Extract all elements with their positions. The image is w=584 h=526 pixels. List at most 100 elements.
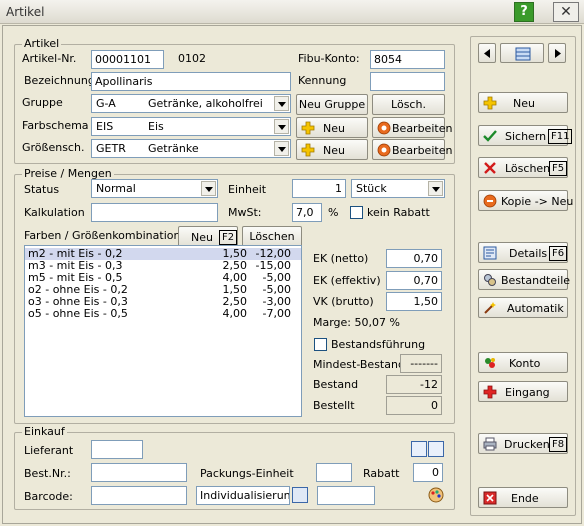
groessen-neu-label: Neu <box>323 144 345 157</box>
drucken-label: Drucken <box>504 438 550 451</box>
groessen-bearbeiten-button[interactable]: Bearbeiten <box>372 139 452 160</box>
status-select[interactable]: Normal <box>91 179 218 198</box>
bestandsfuehrung-checkbox[interactable] <box>314 338 327 351</box>
farbschema-neu-label: Neu <box>323 122 345 135</box>
title-bar: Artikel ? ✕ <box>0 0 584 24</box>
arrow-left-icon <box>484 49 490 58</box>
artikel-legend: Artikel <box>22 37 62 50</box>
artikel-nr-input[interactable]: 00001101 <box>91 50 164 69</box>
plus-red-icon <box>483 385 497 399</box>
list-view-button[interactable] <box>500 43 544 63</box>
status-value: Normal <box>96 182 136 195</box>
ende-button[interactable]: Ende <box>478 487 568 508</box>
loeschen-button[interactable]: Löschen F5 <box>478 157 568 178</box>
farbschema-neu-button[interactable]: Neu <box>296 117 368 138</box>
einheit-qty-input[interactable]: 1 <box>292 179 346 198</box>
plus-icon <box>483 96 497 110</box>
gruppe-select[interactable]: G-A Getränke, alkoholfrei <box>91 94 291 113</box>
chevron-down-icon[interactable] <box>428 181 443 196</box>
ek-netto-label: EK (netto) <box>313 252 369 265</box>
sichern-label: Sichern <box>505 130 547 143</box>
kalkulation-input[interactable] <box>91 203 218 222</box>
neu-gruppe-button[interactable]: Neu Gruppe <box>296 94 368 115</box>
einheit-value: Stück <box>356 182 387 195</box>
combo-loeschen-button[interactable]: Löschen <box>242 226 302 247</box>
barcode-label: Barcode: <box>24 490 73 503</box>
automatik-button[interactable]: Automatik <box>478 297 568 318</box>
packung-label: Packungs-Einheit <box>200 467 294 480</box>
arrow-right-icon <box>555 49 561 58</box>
bestandteile-button[interactable]: Bestandteile <box>478 269 570 290</box>
drucken-button[interactable]: Drucken F8 <box>478 433 568 454</box>
mindest-bestand-label: Mindest-Bestand <box>313 358 405 371</box>
kennung-label: Kennung <box>298 74 347 87</box>
gruppe-desc: Getränke, alkoholfrei <box>148 97 263 110</box>
chevron-down-icon[interactable] <box>274 141 289 156</box>
kopie-neu-button[interactable]: Kopie -> Neu <box>478 190 573 211</box>
automatik-label: Automatik <box>507 302 564 315</box>
eingang-button[interactable]: Eingang <box>478 381 568 402</box>
close-button[interactable]: ✕ <box>553 2 579 22</box>
palette-icon[interactable] <box>428 487 444 503</box>
chevron-down-icon[interactable] <box>201 181 216 196</box>
neu-button[interactable]: Neu <box>478 92 568 113</box>
farbschema-label: Farbschema <box>22 119 89 132</box>
farbschema-select[interactable]: EIS Eis <box>91 117 291 136</box>
neu-label: Neu <box>513 97 535 110</box>
bestnr-input[interactable] <box>91 463 187 482</box>
help-button[interactable]: ? <box>514 2 534 22</box>
groessen-code: GETR <box>96 142 126 155</box>
lieferant-input[interactable] <box>91 440 143 459</box>
details-button[interactable]: Details F6 <box>478 242 568 263</box>
combo-neu-button[interactable]: Neu F2 <box>178 226 238 247</box>
sichern-button[interactable]: Sichern F11 <box>478 125 573 146</box>
individualisierung-input[interactable]: Individualisierung <box>196 486 290 505</box>
kennung-input[interactable] <box>370 72 445 91</box>
marge-text: Marge: 50,07 % <box>313 316 400 329</box>
combo-stock: -7,00 <box>262 307 291 320</box>
groessen-label: Größensch. <box>22 141 85 154</box>
rabatt-input[interactable]: 0 <box>413 463 443 482</box>
fibu-konto-input[interactable]: 8054 <box>370 50 445 69</box>
barcode-icon[interactable] <box>292 487 308 503</box>
eingang-label: Eingang <box>505 386 550 399</box>
groessen-neu-button[interactable]: Neu <box>296 139 368 160</box>
bestandsfuehrung-label: Bestandsführung <box>331 338 426 351</box>
plus-icon <box>301 121 315 135</box>
details-key: F6 <box>549 246 568 261</box>
loesch-gruppe-button[interactable]: Lösch. <box>372 94 445 115</box>
rabatt-label: Rabatt <box>363 467 400 480</box>
kalkulation-label: Kalkulation <box>24 206 85 219</box>
bezeichnung-input[interactable]: Apollinaris <box>91 72 291 91</box>
list-item[interactable]: o5 - ohne Eis - 0,5 4,00 -7,00 <box>25 308 301 320</box>
prev-button[interactable] <box>478 43 496 63</box>
groessen-select[interactable]: GETR Getränke <box>91 139 291 158</box>
kein-rabatt-checkbox[interactable] <box>350 206 363 219</box>
window-title: Artikel <box>6 5 45 19</box>
mwst-input[interactable]: 7,0 <box>292 203 322 222</box>
edit-icon <box>377 143 391 157</box>
gruppe-label: Gruppe <box>22 96 63 109</box>
search-icon[interactable] <box>428 441 444 457</box>
mwst-label: MwSt: <box>228 206 262 219</box>
vk-input[interactable]: 1,50 <box>386 292 442 311</box>
ek-eff-input[interactable]: 0,70 <box>386 271 442 290</box>
groessen-bearbeiten-label: Bearbeiten <box>392 144 453 157</box>
farbschema-bearbeiten-button[interactable]: Bearbeiten <box>372 117 452 138</box>
exit-icon <box>483 491 497 505</box>
next-button[interactable] <box>548 43 566 63</box>
lieferant-label: Lieferant <box>24 444 74 457</box>
chevron-down-icon[interactable] <box>274 96 289 111</box>
einheit-select[interactable]: Stück <box>351 179 445 198</box>
konto-button[interactable]: Konto <box>478 352 568 373</box>
copy-icon[interactable] <box>411 441 427 457</box>
kein-rabatt-label: kein Rabatt <box>367 206 430 219</box>
ek-netto-input[interactable]: 0,70 <box>386 249 442 268</box>
ende-label: Ende <box>511 492 539 505</box>
barcode-input[interactable] <box>91 486 187 505</box>
sichern-key: F11 <box>548 129 573 144</box>
packung-input[interactable] <box>316 463 352 482</box>
combo-list[interactable]: m2 - mit Eis - 0,2 1,50 -12,00 m3 - mit … <box>24 245 302 417</box>
chevron-down-icon[interactable] <box>274 119 289 134</box>
barcode2-input[interactable] <box>317 486 375 505</box>
